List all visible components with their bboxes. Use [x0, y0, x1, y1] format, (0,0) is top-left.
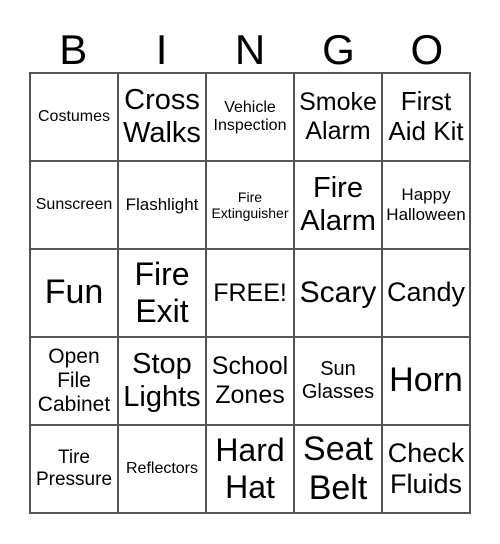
bingo-cell: Fire Exit	[118, 249, 206, 337]
bingo-cell: Horn	[382, 337, 470, 425]
bingo-cell: Fun	[30, 249, 118, 337]
bingo-cell: Vehicle Inspection	[206, 73, 294, 161]
header-letter-o: O	[410, 26, 444, 73]
bingo-cell: Hard Hat	[206, 425, 294, 513]
bingo-cell: Candy	[382, 249, 470, 337]
bingo-cell: Fire Extinguisher	[206, 161, 294, 249]
bingo-cell: First Aid Kit	[382, 73, 470, 161]
bingo-cell: Stop Lights	[118, 337, 206, 425]
bingo-cell: Sunscreen	[30, 161, 118, 249]
bingo-cell: Flashlight	[118, 161, 206, 249]
bingo-cell: Check Fluids	[382, 425, 470, 513]
bingo-cell: Cross Walks	[118, 73, 206, 161]
header-letter-n: N	[234, 26, 266, 73]
bingo-cell: Reflectors	[118, 425, 206, 513]
bingo-cell: Smoke Alarm	[294, 73, 382, 161]
free-space: FREE!	[206, 249, 294, 337]
bingo-cell: Open File Cabinet	[30, 337, 118, 425]
bingo-cell: Sun Glasses	[294, 337, 382, 425]
bingo-header: B I N G O	[29, 26, 471, 74]
bingo-cell: Costumes	[30, 73, 118, 161]
header-letter-i: I	[155, 26, 168, 73]
header-letter-g: G	[322, 26, 355, 73]
header-letter-b: B	[59, 26, 88, 73]
bingo-cell: Happy Halloween	[382, 161, 470, 249]
bingo-cell: Seat Belt	[294, 425, 382, 513]
bingo-grid: Costumes Cross Walks Vehicle Inspection …	[29, 72, 471, 514]
bingo-cell: Tire Pressure	[30, 425, 118, 513]
bingo-cell: Fire Alarm	[294, 161, 382, 249]
bingo-cell: School Zones	[206, 337, 294, 425]
bingo-cell: Scary	[294, 249, 382, 337]
